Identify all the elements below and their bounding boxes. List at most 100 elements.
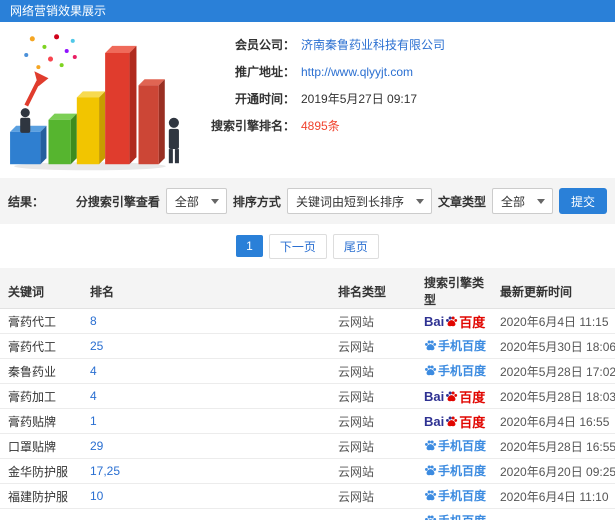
rank-link[interactable]: 4 bbox=[90, 389, 97, 403]
promo-url-link[interactable]: http://www.qlyyjt.com bbox=[301, 63, 413, 81]
rank-type-cell: 云网站 bbox=[330, 333, 416, 359]
engine-type-cell: 手机百度 bbox=[416, 433, 492, 459]
page-number-current[interactable]: 1 bbox=[236, 235, 263, 257]
info-field-rank-count: 搜索引擎排名： 4895条 bbox=[185, 117, 445, 135]
chevron-down-icon bbox=[536, 198, 545, 204]
rank-type-cell: 云网站 bbox=[330, 433, 416, 459]
engine-type-cell: 手机百度 bbox=[416, 333, 492, 359]
sort-filter-select[interactable]: 关键词由短到长排序 bbox=[286, 188, 432, 214]
updated-cell: 2020年6月4日 11:15 bbox=[492, 308, 615, 334]
table-row: 膏药代工 8 云网站 Bai 百度 2020年6月4日 11:15 bbox=[0, 308, 615, 334]
open-time-value: 2019年5月27日 09:17 bbox=[301, 92, 418, 106]
keyword-cell: 福建防护服 bbox=[0, 483, 82, 509]
paw-icon bbox=[425, 440, 437, 451]
submit-button[interactable]: 提交 bbox=[558, 188, 607, 214]
keyword-cell: 口罩贴牌 bbox=[0, 433, 82, 459]
table-row: 口罩贴牌 29 云网站 手机百度 2020年5月28日 16:55 bbox=[0, 433, 615, 459]
rank-type-cell: 云网站 bbox=[330, 408, 416, 434]
sort-filter-value: 关键词由短到长排序 bbox=[295, 194, 404, 209]
baidu-logo: Bai 百度 bbox=[424, 413, 486, 430]
keyword-cell: 膏药代工 bbox=[0, 308, 82, 334]
engine-type-cell: Bai 百度 bbox=[416, 308, 492, 334]
baidu-mobile-logo: 手机百度 bbox=[424, 512, 486, 520]
baidu-logo: Bai 百度 bbox=[424, 388, 486, 405]
baidu-logo: Bai 百度 bbox=[424, 313, 486, 330]
last-page-button[interactable]: 尾页 bbox=[332, 233, 379, 259]
page-title: 网络营销效果展示 bbox=[10, 4, 107, 18]
rank-cell bbox=[82, 508, 330, 520]
result-label: 结果： bbox=[8, 194, 45, 209]
filter-controls: 分搜索引擎查看 全部 排序方式 关键词由短到长排序 文章类型 全部 提交 bbox=[76, 188, 607, 214]
column-header-rank: 排名 bbox=[82, 274, 330, 309]
article-type-label: 文章类型 bbox=[437, 194, 486, 209]
rank-type-cell: 云网站 bbox=[330, 383, 416, 409]
rank-link[interactable]: 1 bbox=[90, 414, 97, 428]
paw-icon bbox=[446, 390, 458, 401]
engine-type-cell: 手机百度 bbox=[416, 358, 492, 384]
field-label: 搜索引擎排名： bbox=[210, 119, 295, 133]
updated-cell: 2020年5月28日 16:55 bbox=[492, 433, 615, 459]
info-field-company: 会员公司： 济南秦鲁药业科技有限公司 bbox=[185, 36, 445, 54]
page-header: 网络营销效果展示 bbox=[0, 0, 615, 22]
rank-link[interactable]: 10 bbox=[90, 489, 103, 503]
paw-icon bbox=[446, 315, 458, 326]
rank-type-cell: 云网站 bbox=[330, 308, 416, 334]
next-page-button[interactable]: 下一页 bbox=[268, 233, 327, 259]
updated-cell: 2020年5月28日 17:02 bbox=[492, 358, 615, 384]
info-field-open-time: 开通时间： 2019年5月27日 09:17 bbox=[185, 90, 445, 108]
company-name-link[interactable]: 济南秦鲁药业科技有限公司 bbox=[301, 36, 445, 54]
table-row: 金华防护服 17,25 云网站 手机百度 2020年6月20日 09:25 bbox=[0, 458, 615, 484]
keyword-cell: 膏药代工 bbox=[0, 333, 82, 359]
baidu-mobile-logo: 手机百度 bbox=[424, 487, 486, 504]
article-type-value: 全部 bbox=[500, 194, 525, 209]
engine-type-cell: Bai 百度 bbox=[416, 383, 492, 409]
keyword-cell: 金华防护服 bbox=[0, 458, 82, 484]
chevron-down-icon bbox=[415, 198, 424, 204]
pagination: 1 下一页 尾页 bbox=[0, 224, 615, 268]
keyword-cell: 秦鲁药业 bbox=[0, 358, 82, 384]
column-header-engine-type: 搜索引擎类型 bbox=[416, 274, 492, 309]
engine-type-cell: 手机百度 bbox=[416, 483, 492, 509]
rank-link[interactable]: 4 bbox=[90, 364, 97, 378]
keyword-cell: 膏药加工 bbox=[0, 383, 82, 409]
table-row: 膏药代工 25 云网站 手机百度 2020年5月30日 18:06 bbox=[0, 333, 615, 359]
column-header-keyword: 关键词 bbox=[0, 274, 82, 309]
column-header-rank-type: 排名类型 bbox=[330, 274, 416, 309]
rank-link[interactable]: 25 bbox=[90, 339, 103, 353]
rank-link[interactable]: 29 bbox=[90, 439, 103, 453]
table-row: 膏药贴牌 1 云网站 Bai 百度 2020年6月4日 16:55 bbox=[0, 408, 615, 434]
keyword-cell bbox=[0, 508, 82, 520]
table-row: 膏药加工 4 云网站 Bai 百度 2020年5月28日 18:03 bbox=[0, 383, 615, 409]
table-row: 手机百度 bbox=[0, 508, 615, 520]
updated-cell bbox=[492, 508, 615, 520]
rank-cell: 4 bbox=[82, 358, 330, 384]
rank-cell: 1 bbox=[82, 408, 330, 434]
rank-link[interactable]: 8 bbox=[90, 314, 97, 328]
paw-icon bbox=[425, 340, 437, 351]
sort-filter-label: 排序方式 bbox=[232, 194, 281, 209]
article-type-select[interactable]: 全部 bbox=[491, 188, 553, 214]
rank-cell: 4 bbox=[82, 383, 330, 409]
baidu-mobile-logo: 手机百度 bbox=[424, 462, 486, 479]
engine-filter-select[interactable]: 全部 bbox=[165, 188, 227, 214]
rank-type-cell: 云网站 bbox=[330, 483, 416, 509]
paw-icon bbox=[425, 465, 437, 476]
engine-filter-value: 全部 bbox=[174, 194, 199, 209]
rank-type-cell bbox=[330, 508, 416, 520]
rank-type-cell: 云网站 bbox=[330, 358, 416, 384]
field-label: 推广地址： bbox=[234, 65, 295, 79]
rank-cell: 25 bbox=[82, 333, 330, 359]
table-header-row: 关键词 排名 排名类型 搜索引擎类型 最新更新时间 bbox=[0, 274, 615, 309]
field-label: 开通时间： bbox=[234, 92, 295, 106]
updated-cell: 2020年6月4日 16:55 bbox=[492, 408, 615, 434]
baidu-mobile-logo: 手机百度 bbox=[424, 337, 486, 354]
keyword-cell: 膏药贴牌 bbox=[0, 408, 82, 434]
engine-type-cell: Bai 百度 bbox=[416, 408, 492, 434]
updated-cell: 2020年5月30日 18:06 bbox=[492, 333, 615, 359]
engine-type-cell: 手机百度 bbox=[416, 458, 492, 484]
rank-cell: 8 bbox=[82, 308, 330, 334]
rank-link[interactable]: 17,25 bbox=[90, 464, 120, 478]
company-info: 会员公司： 济南秦鲁药业科技有限公司 推广地址： http://www.qlyy… bbox=[185, 22, 445, 178]
baidu-mobile-logo: 手机百度 bbox=[424, 362, 486, 379]
rank-cell: 17,25 bbox=[82, 458, 330, 484]
